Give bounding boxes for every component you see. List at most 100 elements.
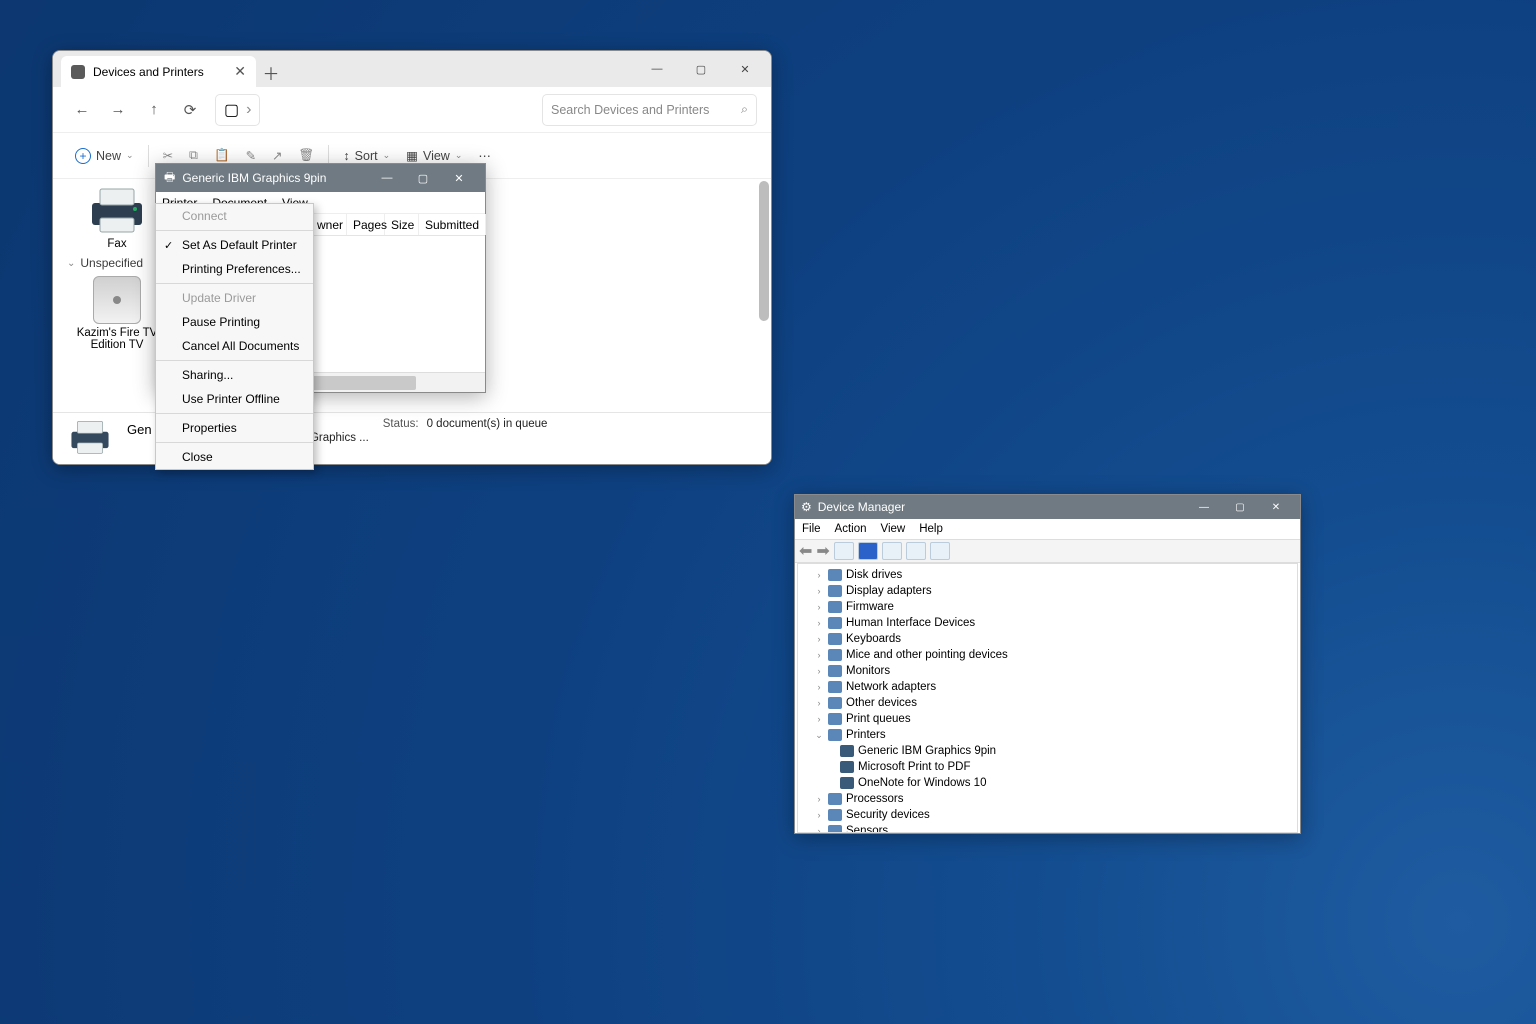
chevron-right-icon: › bbox=[814, 810, 824, 820]
tree-node[interactable]: ›Keyboards bbox=[798, 631, 1297, 647]
search-input[interactable]: Search Devices and Printers ⌕ bbox=[542, 94, 757, 126]
menu-action[interactable]: Action bbox=[835, 523, 867, 535]
scrollbar[interactable] bbox=[759, 181, 769, 321]
tree-node[interactable]: ⌄Printers bbox=[798, 727, 1297, 743]
node-label: Security devices bbox=[846, 809, 930, 821]
chevron-right-icon: › bbox=[814, 618, 824, 628]
nav-bar: ← → ↑ ⟳ ▢ › Search Devices and Printers … bbox=[53, 87, 771, 133]
maximize-button[interactable]: ▢ bbox=[679, 55, 723, 83]
tree-node[interactable]: › Print queues bbox=[798, 711, 1297, 727]
new-button[interactable]: +New⌄ bbox=[67, 140, 142, 172]
refresh-button[interactable]: ⟳ bbox=[175, 95, 205, 125]
titlebar[interactable]: ⚙ Device Manager — ▢ ✕ bbox=[795, 495, 1300, 519]
maximize-button[interactable]: ▢ bbox=[405, 164, 441, 192]
chevron-down-icon: ⌄ bbox=[67, 258, 75, 269]
close-icon[interactable]: ✕ bbox=[234, 63, 246, 80]
node-label: OneNote for Windows 10 bbox=[858, 777, 986, 789]
tree-node[interactable]: › Human Interface Devices bbox=[798, 615, 1297, 631]
close-button[interactable]: ✕ bbox=[723, 55, 767, 83]
printer-icon bbox=[71, 65, 85, 79]
close-button[interactable]: ✕ bbox=[1258, 495, 1294, 519]
maximize-button[interactable]: ▢ bbox=[1222, 495, 1258, 519]
menu-help[interactable]: Help bbox=[919, 523, 943, 535]
tree-node[interactable]: ›Display adapters bbox=[798, 583, 1297, 599]
toolbar-icon[interactable] bbox=[906, 542, 926, 560]
node-label: Display adapters bbox=[846, 585, 932, 597]
tree-node[interactable]: › Security devices bbox=[798, 807, 1297, 823]
menu-cancel-all[interactable]: Cancel All Documents bbox=[156, 334, 313, 358]
tree-node[interactable]: ›Network adapters bbox=[798, 679, 1297, 695]
menu-close[interactable]: Close bbox=[156, 445, 313, 469]
window-title: Device Manager bbox=[818, 500, 905, 514]
col-size[interactable]: Size bbox=[385, 214, 419, 235]
node-label: Print queues bbox=[846, 713, 911, 725]
device-category-icon bbox=[828, 585, 842, 597]
chevron-right-icon: › bbox=[814, 570, 824, 580]
tree-node[interactable]: ›Sensors bbox=[798, 823, 1297, 833]
chevron-right-icon: › bbox=[814, 682, 824, 692]
device-category-icon bbox=[828, 681, 842, 693]
tree-node[interactable]: › Processors bbox=[798, 791, 1297, 807]
tree-node-child[interactable]: OneNote for Windows 10 bbox=[798, 775, 1297, 791]
tree-node[interactable]: ›Mice and other pointing devices bbox=[798, 647, 1297, 663]
tree-node-child[interactable]: Generic IBM Graphics 9pin bbox=[798, 743, 1297, 759]
toolbar-icon[interactable] bbox=[882, 542, 902, 560]
chevron-right-icon: › bbox=[814, 794, 824, 804]
tv-icon bbox=[93, 276, 141, 324]
col-owner[interactable]: wner bbox=[311, 214, 347, 235]
minimize-button[interactable]: — bbox=[1186, 495, 1222, 519]
up-button[interactable]: ↑ bbox=[139, 95, 169, 125]
toolbar-icon[interactable] bbox=[858, 542, 878, 560]
search-icon: ⌕ bbox=[741, 102, 748, 117]
tree-node-child[interactable]: Microsoft Print to PDF bbox=[798, 759, 1297, 775]
back-button[interactable]: ← bbox=[67, 95, 97, 125]
menu-file[interactable]: File bbox=[802, 523, 821, 535]
tree-node[interactable]: ›Other devices bbox=[798, 695, 1297, 711]
tree-node[interactable]: ›Monitors bbox=[798, 663, 1297, 679]
device-category-icon bbox=[828, 633, 842, 645]
menu-sharing[interactable]: Sharing... bbox=[156, 363, 313, 387]
node-label: Firmware bbox=[846, 601, 894, 613]
tree-node[interactable]: ›Firmware bbox=[798, 599, 1297, 615]
breadcrumb[interactable]: ▢ › bbox=[215, 94, 260, 126]
toolbar: ⬅ ➡ bbox=[795, 539, 1300, 563]
fax-icon bbox=[86, 185, 148, 235]
menu-preferences[interactable]: Printing Preferences... bbox=[156, 257, 313, 281]
menu-properties[interactable]: Properties bbox=[156, 416, 313, 440]
new-tab-button[interactable]: ＋ bbox=[256, 57, 286, 87]
menu-set-default[interactable]: Set As Default Printer bbox=[156, 233, 313, 257]
app-icon: ⚙ bbox=[801, 500, 812, 514]
menu-pause[interactable]: Pause Printing bbox=[156, 310, 313, 334]
printer-icon bbox=[840, 777, 854, 789]
node-label: Keyboards bbox=[846, 633, 901, 645]
device-firetv[interactable]: Kazim's Fire TV Edition TV bbox=[73, 276, 161, 351]
node-label: Human Interface Devices bbox=[846, 617, 975, 629]
device-label: Kazim's Fire TV Edition TV bbox=[73, 327, 161, 351]
forward-icon[interactable]: ➡ bbox=[816, 541, 829, 561]
col-pages[interactable]: Pages bbox=[347, 214, 385, 235]
back-icon[interactable]: ⬅ bbox=[799, 541, 812, 561]
close-button[interactable]: ✕ bbox=[441, 164, 477, 192]
chevron-right-icon: › bbox=[814, 714, 824, 724]
toolbar-icon[interactable] bbox=[930, 542, 950, 560]
device-category-icon bbox=[828, 649, 842, 661]
menu-view[interactable]: View bbox=[881, 523, 906, 535]
node-label: Processors bbox=[846, 793, 904, 805]
menu-offline[interactable]: Use Printer Offline bbox=[156, 387, 313, 411]
node-label: Mice and other pointing devices bbox=[846, 649, 1008, 661]
col-submitted[interactable]: Submitted bbox=[419, 214, 486, 235]
titlebar[interactable]: 🖶 Generic IBM Graphics 9pin — ▢ ✕ bbox=[156, 164, 485, 192]
device-fax[interactable]: Fax bbox=[73, 185, 161, 250]
tree-node[interactable]: ›Disk drives bbox=[798, 567, 1297, 583]
printer-icon bbox=[840, 745, 854, 757]
tab-title: Devices and Printers bbox=[93, 65, 204, 79]
toolbar-icon[interactable] bbox=[834, 542, 854, 560]
monitor-icon: ▢ bbox=[224, 100, 239, 120]
minimize-button[interactable]: — bbox=[635, 55, 679, 83]
device-category-icon bbox=[828, 729, 842, 741]
node-label: Monitors bbox=[846, 665, 890, 677]
minimize-button[interactable]: — bbox=[369, 164, 405, 192]
device-category-icon bbox=[828, 617, 842, 629]
tab-devices[interactable]: Devices and Printers ✕ bbox=[61, 56, 256, 87]
forward-button[interactable]: → bbox=[103, 95, 133, 125]
